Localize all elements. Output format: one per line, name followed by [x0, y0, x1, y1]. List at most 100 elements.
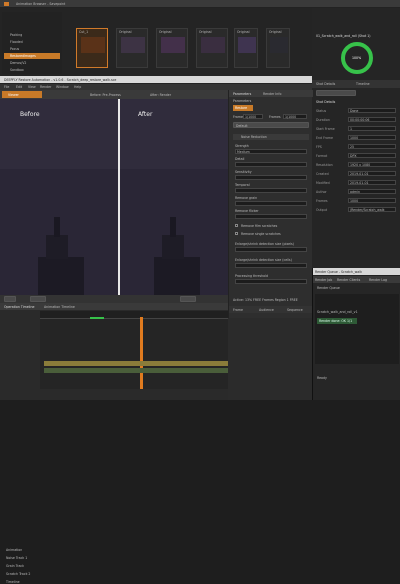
thumb-item[interactable]: Original	[116, 28, 148, 68]
render-job-list[interactable]: Scratch_walk_and_roll_v1 Render done: OK…	[315, 294, 399, 364]
property-value: 1	[350, 127, 353, 131]
timeline-track-label[interactable]: Noise Track 1	[6, 556, 27, 560]
thumb-item[interactable]: Original	[266, 28, 290, 68]
app-icon	[4, 2, 9, 6]
property-key: End Frame	[316, 136, 334, 140]
parameters-section-label: Parameters	[233, 99, 252, 103]
compare-button[interactable]	[180, 296, 196, 302]
property-value: 1000	[350, 199, 359, 203]
after-label: After	[138, 111, 153, 118]
tab-timeline[interactable]: Timeline	[356, 82, 370, 86]
folder-item[interactable]: Demos/V2	[10, 61, 26, 65]
property-value-field[interactable]	[348, 126, 396, 131]
asset-browser-titlebar: Animation Browser - Savepoint	[0, 0, 400, 8]
viewer-tab-active[interactable]: Viewer	[2, 91, 42, 98]
frames-value: 1/1000	[285, 115, 297, 119]
tab-render-log[interactable]: Render Log	[369, 278, 387, 282]
tab-render-clients[interactable]: Render Clients	[337, 278, 360, 282]
col-sequence: Sequence	[287, 308, 303, 312]
timeline-track-label[interactable]: Timeline	[6, 580, 20, 584]
tab-render-job[interactable]: Render Job	[315, 278, 332, 282]
property-key: Duration	[316, 118, 330, 122]
param-sub-label: Enlarge/shrink detection size (cells)	[235, 258, 292, 262]
thumb-item-selected[interactable]: Cut_1	[76, 28, 108, 68]
property-value: Done	[350, 109, 359, 113]
preset-dropdown[interactable]: Restore	[233, 105, 253, 111]
menu-edit[interactable]: Edit	[16, 85, 22, 89]
tab-operation-timeline[interactable]: Operation Timeline	[4, 305, 34, 309]
asset-browser-title: Animation Browser - Savepoint	[16, 2, 66, 6]
track-bar-yellow	[44, 361, 228, 366]
param-field[interactable]	[235, 175, 307, 180]
property-key: Resolution	[316, 163, 333, 167]
param-label: Remove grain	[235, 196, 258, 200]
tab-render-info[interactable]: Render Info	[263, 92, 281, 96]
property-value-field[interactable]	[348, 144, 396, 149]
property-key: Status	[316, 109, 327, 113]
render-queue-window: Render Queue - Scratch_walk Render Job R…	[312, 268, 400, 400]
render-queue-title: Render Queue - Scratch_walk	[315, 270, 362, 274]
folder-tree[interactable]: Packing Flooded Pocus RestoredImages Dem…	[2, 12, 62, 74]
properties-title: 01_Scratch_walk_and_roll (Shot 1)	[316, 34, 371, 38]
boat-before	[30, 217, 90, 295]
param-sub-field[interactable]	[235, 263, 307, 268]
menu-help[interactable]: Help	[74, 85, 81, 89]
params-status-label: Active: 13% FREE Frames Region 1 FREE	[233, 298, 298, 302]
folder-item[interactable]: RestoredImages	[10, 54, 36, 58]
before-label: Before	[20, 111, 40, 118]
tab-shot-details[interactable]: Shot Details	[316, 82, 335, 86]
param-sub-field[interactable]	[235, 279, 307, 284]
param-label: Remove flicker	[235, 209, 259, 213]
timeline-track-area[interactable]	[40, 319, 228, 389]
viewer-tab-before[interactable]: Before: Pre-Process	[90, 93, 121, 97]
thumb-label: Original	[237, 30, 250, 34]
param-field[interactable]	[235, 188, 307, 193]
param-label: Sensitivity	[235, 170, 252, 174]
menu-file[interactable]: File	[4, 85, 9, 89]
param-checkbox[interactable]	[235, 232, 238, 235]
zoom-button[interactable]	[4, 296, 16, 302]
property-value: 2019-01-01	[350, 181, 369, 185]
viewer-canvas[interactable]: Before After	[0, 99, 228, 295]
property-key: FPS	[316, 145, 322, 149]
thumb-item[interactable]: Original	[156, 28, 188, 68]
default-dropdown[interactable]: Default	[233, 122, 309, 128]
timeline-ruler[interactable]	[40, 311, 228, 319]
timeline-track-label[interactable]: Grain Track	[6, 564, 24, 568]
property-key: Format	[316, 154, 328, 158]
viewer-tab-after[interactable]: After: Render	[150, 93, 171, 97]
param-checkbox[interactable]	[235, 224, 238, 227]
timeline-track-label[interactable]: Scratch Track 2	[6, 572, 30, 576]
properties-dropdown[interactable]	[316, 90, 356, 96]
folder-item[interactable]: Flooded	[10, 40, 23, 44]
menu-render[interactable]: Render	[40, 85, 51, 89]
main-title: DEEPFLY Restore Automation - v1.0.6 - Sc…	[4, 78, 117, 82]
thumb-image	[238, 37, 256, 53]
timeline-track-label[interactable]: Animation	[6, 548, 22, 552]
param-sub-field[interactable]	[235, 247, 307, 252]
param-field[interactable]	[235, 162, 307, 167]
frame-label: Frame	[233, 115, 243, 119]
viewer-tab-label: Viewer	[8, 93, 19, 97]
thumb-item[interactable]: Original	[234, 28, 258, 68]
tab-animation-timeline[interactable]: Animation Timeline	[44, 305, 75, 309]
folder-item[interactable]: Packing	[10, 33, 22, 37]
property-key: Frames	[316, 199, 328, 203]
parameters-tabbar: Parameters Render Info	[229, 90, 313, 97]
params-columns: Frame Audience Sequence	[229, 306, 313, 313]
tab-parameters[interactable]: Parameters	[233, 92, 251, 96]
param-field[interactable]	[235, 214, 307, 219]
noise-section-header[interactable]: Noise Reduction	[233, 134, 309, 140]
channel-button[interactable]	[30, 296, 46, 302]
menu-window[interactable]: Window	[56, 85, 69, 89]
folder-item[interactable]: Pocus	[10, 47, 19, 51]
thumb-image	[81, 37, 105, 53]
thumb-item[interactable]: Original	[196, 28, 228, 68]
folder-item[interactable]: Sandbox	[10, 68, 24, 72]
param-label: Detail	[235, 157, 245, 161]
menu-view[interactable]: View	[28, 85, 36, 89]
param-checkbox-label: Remove film scratches	[241, 224, 278, 228]
split-divider[interactable]	[118, 99, 120, 295]
param-field[interactable]	[235, 201, 307, 206]
playhead[interactable]	[140, 317, 143, 389]
